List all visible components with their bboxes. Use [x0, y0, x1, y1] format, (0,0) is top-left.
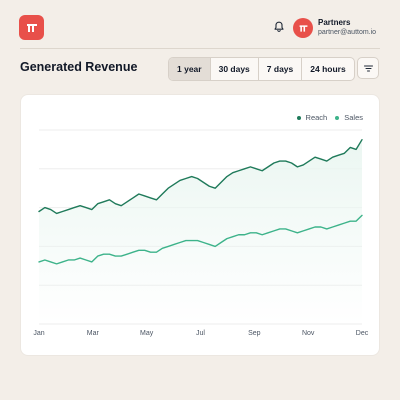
x-tick-label: Jul — [196, 330, 205, 337]
revenue-dashboard: Partners partner@auttom.io Generated Rev… — [0, 0, 400, 400]
revenue-line-chart: Jan Mar May Jul Sep Nov Dec — [33, 129, 369, 337]
bell-glyph-icon — [274, 21, 284, 33]
revenue-chart-card: Reach Sales Jan Mar May Jul Sep Nov Dec — [20, 94, 380, 356]
filter-button[interactable] — [357, 57, 379, 79]
app-logo-glyph-icon — [26, 23, 37, 32]
x-tick-label: Dec — [356, 330, 369, 337]
range-1-year-button[interactable]: 1 year — [169, 58, 211, 80]
user-name: Partners — [318, 18, 351, 27]
page-title: Generated Revenue — [20, 60, 138, 74]
x-tick-label: Jan — [33, 330, 44, 337]
x-axis-ticks: Jan Mar May Jul Sep Nov Dec — [33, 330, 368, 337]
user-email: partner@auttom.io — [318, 29, 377, 36]
filter-icon — [363, 64, 373, 72]
user-menu[interactable]: Partners partner@auttom.io — [318, 18, 400, 37]
x-tick-label: Nov — [302, 330, 315, 337]
top-bar: Partners partner@auttom.io — [0, 0, 400, 56]
range-24-hours-button[interactable]: 24 hours — [302, 58, 353, 80]
avatar-icon[interactable] — [293, 18, 313, 38]
app-logo-icon[interactable] — [19, 15, 44, 40]
header-divider — [20, 48, 380, 49]
avatar-glyph-icon — [299, 24, 307, 32]
x-tick-label: Mar — [87, 330, 100, 337]
range-7-days-button[interactable]: 7 days — [259, 58, 303, 80]
x-tick-label: Sep — [248, 330, 261, 337]
time-range-selector: 1 year 30 days 7 days 24 hours — [168, 57, 355, 81]
reach-area-fill — [39, 139, 362, 324]
range-30-days-button[interactable]: 30 days — [211, 58, 259, 80]
bell-icon[interactable] — [272, 20, 286, 34]
x-tick-label: May — [140, 330, 154, 337]
